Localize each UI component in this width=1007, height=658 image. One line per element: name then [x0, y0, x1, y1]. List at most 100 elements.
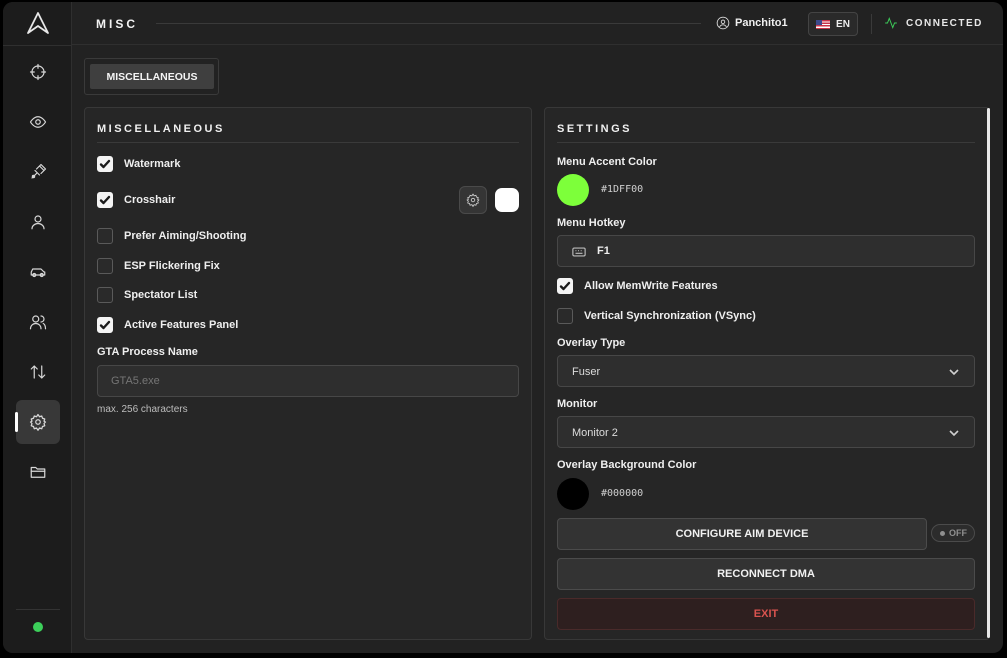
checkbox[interactable] — [97, 228, 113, 244]
user-info[interactable]: Panchito1 — [716, 16, 788, 30]
process-name-label: GTA Process Name — [97, 346, 198, 358]
app-window: MISC Panchito1 EN CONNECTED MISCELLANEOU… — [3, 2, 1003, 653]
header-divider-line — [156, 23, 701, 24]
sidebar-item-aimbot[interactable] — [16, 50, 60, 94]
sidebar-item-transfer[interactable] — [16, 350, 60, 394]
check-icon — [559, 281, 571, 291]
checkbox[interactable] — [557, 278, 573, 294]
chevron-down-icon — [949, 430, 959, 437]
header: MISC Panchito1 EN CONNECTED — [72, 2, 1003, 45]
active-features-panel-option[interactable]: Active Features Panel — [97, 317, 238, 333]
hotkey-value: F1 — [597, 245, 610, 257]
page-title: MISC — [96, 17, 138, 31]
panel-divider — [557, 142, 975, 143]
monitor-label: Monitor — [557, 398, 598, 410]
sidebar-item-vehicle[interactable] — [16, 250, 60, 294]
gear-icon — [466, 193, 480, 207]
toggle-dot — [940, 530, 945, 536]
tab-miscellaneous[interactable]: MISCELLANEOUS — [90, 64, 214, 89]
option-label: Spectator List — [124, 289, 198, 301]
header-separator — [871, 14, 872, 34]
monitor-value: Monitor 2 — [572, 427, 618, 439]
overlay-type-select[interactable]: Fuser — [557, 355, 975, 387]
check-icon — [99, 195, 111, 205]
panel-title: MISCELLANEOUS — [97, 123, 225, 135]
sidebar — [3, 2, 72, 653]
vsync-option[interactable]: Vertical Synchronization (VSync) — [557, 308, 756, 324]
sidebar-item-visuals[interactable] — [16, 100, 60, 144]
language-button[interactable]: EN — [808, 12, 858, 36]
keyboard-icon — [572, 247, 586, 257]
hotkey-label: Menu Hotkey — [557, 217, 626, 229]
prefer-aiming-option[interactable]: Prefer Aiming/Shooting — [97, 228, 246, 244]
sidebar-item-settings[interactable] — [15, 400, 60, 444]
option-label: Crosshair — [124, 194, 176, 206]
monitor-select[interactable]: Monitor 2 — [557, 416, 975, 448]
accent-color-label: Menu Accent Color — [557, 156, 657, 168]
overlay-type-label: Overlay Type — [557, 337, 626, 349]
sidebar-item-player[interactable] — [16, 200, 60, 244]
accent-color-hex: #1DFF00 — [601, 184, 644, 195]
option-label: Allow MemWrite Features — [584, 280, 718, 292]
checkbox[interactable] — [97, 192, 113, 208]
watermark-option[interactable]: Watermark — [97, 156, 180, 172]
checkbox[interactable] — [557, 308, 573, 324]
sidebar-item-weapons[interactable] — [16, 150, 60, 194]
option-label: Active Features Panel — [124, 319, 239, 331]
crosshair-settings-button[interactable] — [459, 186, 487, 214]
option-label: Vertical Synchronization (VSync) — [584, 310, 756, 322]
reconnect-dma-button[interactable]: RECONNECT DMA — [557, 558, 975, 590]
sidebar-item-configs[interactable] — [16, 450, 60, 494]
overlay-bg-color-swatch[interactable] — [557, 478, 589, 510]
sidebar-divider — [3, 45, 72, 46]
gear-icon — [29, 413, 47, 431]
allow-memwrite-option[interactable]: Allow MemWrite Features — [557, 278, 718, 294]
car-icon — [30, 268, 46, 278]
overlay-bg-color-label: Overlay Background Color — [557, 459, 697, 471]
toggle-label: OFF — [949, 528, 967, 538]
exit-button[interactable]: EXIT — [557, 598, 975, 630]
option-label: Watermark — [124, 158, 181, 170]
chevron-down-icon — [949, 369, 959, 376]
arrows-updown-icon — [30, 365, 46, 379]
crosshair-icon — [29, 63, 47, 81]
option-label: ESP Flickering Fix — [124, 260, 220, 272]
checkbox[interactable] — [97, 258, 113, 274]
user-icon — [31, 215, 45, 230]
connection-status: CONNECTED — [884, 16, 983, 30]
scrollbar[interactable] — [987, 108, 990, 638]
spectator-list-option[interactable]: Spectator List — [97, 287, 197, 303]
panel-divider — [97, 142, 519, 143]
configure-aim-device-button[interactable]: CONFIGURE AIM DEVICE — [557, 518, 927, 550]
hotkey-input[interactable]: F1 — [557, 235, 975, 267]
check-icon — [99, 159, 111, 169]
us-flag-icon — [816, 19, 831, 29]
checkbox[interactable] — [97, 317, 113, 333]
folder-icon — [30, 466, 46, 478]
connection-status-label: CONNECTED — [906, 17, 983, 29]
tab-bar: MISCELLANEOUS — [84, 58, 219, 95]
activity-icon — [885, 17, 897, 29]
settings-panel: SETTINGS Menu Accent Color #1DFF00 Menu … — [544, 107, 990, 640]
process-name-input[interactable] — [97, 365, 519, 397]
option-label: Prefer Aiming/Shooting — [124, 230, 247, 242]
crosshair-color-swatch[interactable] — [495, 188, 519, 212]
language-label: EN — [836, 18, 850, 30]
crosshair-option[interactable]: Crosshair — [97, 192, 175, 208]
overlay-type-value: Fuser — [572, 366, 601, 378]
process-name-hint: max. 256 characters — [97, 404, 188, 415]
user-circle-icon — [716, 16, 730, 30]
logo-icon — [27, 12, 49, 34]
aim-device-toggle[interactable]: OFF — [931, 524, 975, 542]
check-icon — [99, 320, 111, 330]
sidebar-item-players[interactable] — [16, 300, 60, 344]
overlay-bg-color-hex: #000000 — [601, 488, 644, 499]
accent-color-swatch[interactable] — [557, 174, 589, 206]
checkbox[interactable] — [97, 156, 113, 172]
eye-icon — [29, 116, 47, 128]
sidebar-bottom-divider — [16, 609, 60, 610]
users-icon — [29, 315, 47, 330]
esp-flicker-fix-option[interactable]: ESP Flickering Fix — [97, 258, 220, 274]
panel-title: SETTINGS — [557, 123, 633, 135]
checkbox[interactable] — [97, 287, 113, 303]
